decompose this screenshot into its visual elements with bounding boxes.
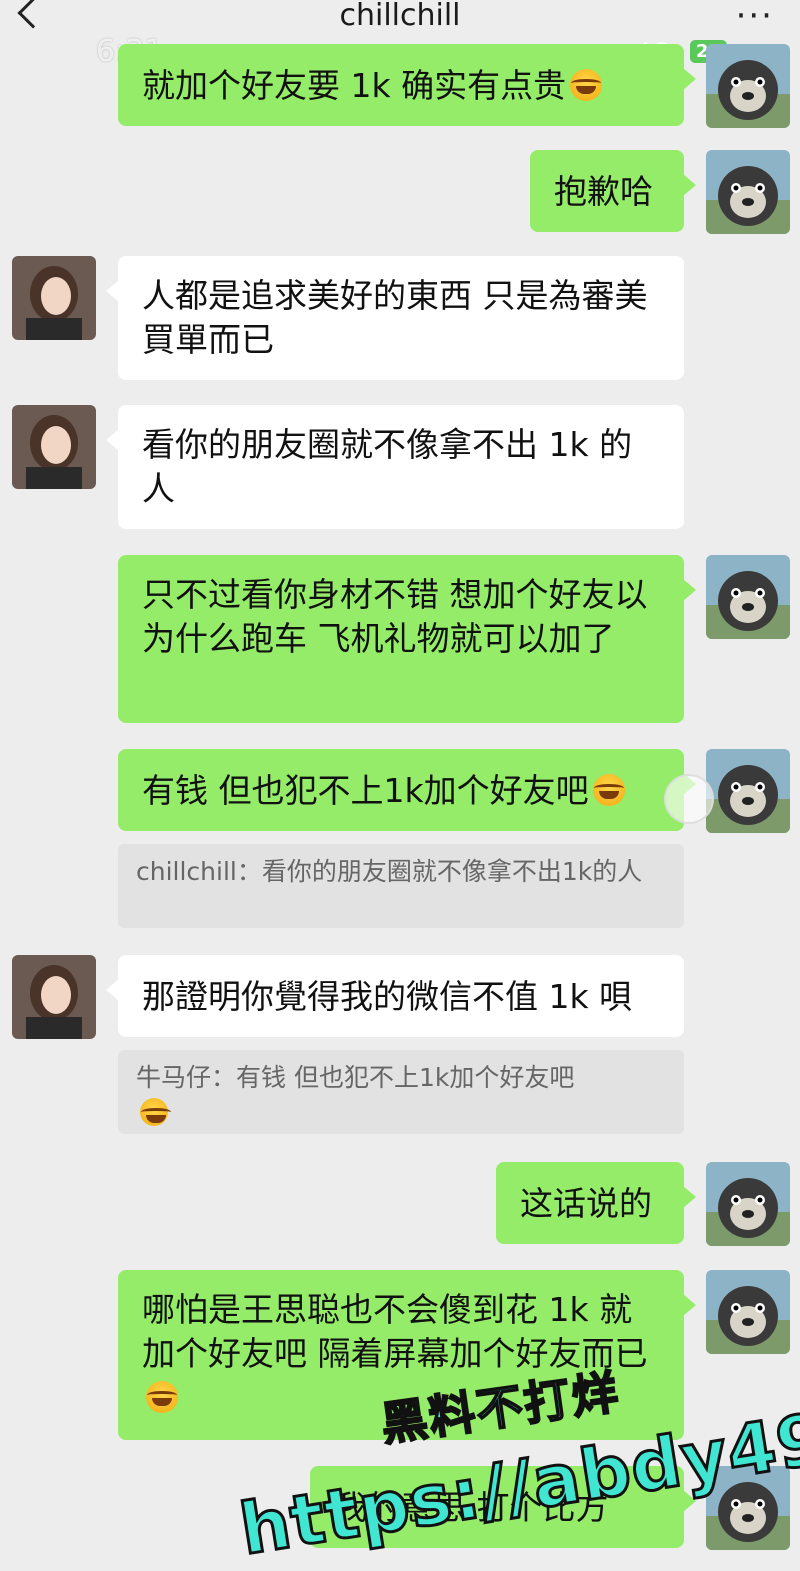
message-bubble-received[interactable]: 看你的朋友圈就不像拿不出 1k 的人	[106, 405, 684, 529]
message-text: 看你的朋友圈就不像拿不出 1k 的人	[142, 425, 633, 508]
message-text: 人都是追求美好的東西 只是為審美買單而已	[142, 276, 648, 359]
message-bubble-sent[interactable]: 只不过看你身材不错 想加个好友以为什么跑车 飞机礼物就可以加了	[118, 555, 696, 723]
contact-avatar[interactable]	[12, 256, 96, 340]
message-text: 这话说的	[520, 1184, 652, 1223]
touch-indicator	[664, 774, 714, 824]
my-avatar[interactable]	[706, 555, 790, 639]
laughing-emoji-icon	[570, 69, 603, 101]
message-text: 只不过看你身材不错 想加个好友以为什么跑车 飞机礼物就可以加了	[142, 575, 648, 658]
message-text: 那證明你覺得我的微信不值 1k 唄	[142, 977, 633, 1016]
my-avatar[interactable]	[706, 749, 790, 833]
my-avatar[interactable]	[706, 1270, 790, 1354]
my-avatar[interactable]	[706, 150, 790, 234]
quoted-message[interactable]: chillchill：看你的朋友圈就不像拿不出1k的人	[118, 844, 684, 928]
quoted-message[interactable]: 牛马仔：有钱 但也犯不上1k加个好友吧	[118, 1050, 684, 1134]
message-text: 有钱 但也犯不上1k加个好友吧	[142, 771, 589, 810]
message-bubble-sent[interactable]: 抱歉哈	[530, 150, 696, 232]
crying-laughing-emoji-icon	[146, 1381, 178, 1413]
crying-laughing-emoji-icon	[140, 1098, 171, 1126]
my-avatar[interactable]	[706, 1162, 790, 1246]
my-avatar[interactable]	[706, 44, 790, 128]
message-bubble-sent[interactable]: 有钱 但也犯不上1k加个好友吧	[118, 749, 696, 831]
quoted-text: chillchill：看你的朋友圈就不像拿不出1k的人	[136, 857, 643, 886]
message-text: 就加个好友要 1k 确实有点贵	[142, 66, 567, 105]
more-options-icon[interactable]: ···	[736, 0, 774, 36]
contact-avatar[interactable]	[12, 405, 96, 489]
message-bubble-received[interactable]: 人都是追求美好的東西 只是為審美買單而已	[106, 256, 684, 380]
message-bubble-sent[interactable]: 这话说的	[496, 1162, 696, 1244]
contact-avatar[interactable]	[12, 955, 96, 1039]
message-bubble-sent[interactable]: 就加个好友要 1k 确实有点贵	[118, 44, 696, 126]
crying-laughing-emoji-icon	[592, 774, 625, 806]
quoted-text: 牛马仔：有钱 但也犯不上1k加个好友吧	[136, 1063, 575, 1092]
chat-title: chillchill	[339, 0, 461, 33]
message-bubble-received[interactable]: 那證明你覺得我的微信不值 1k 唄	[106, 955, 684, 1037]
message-text: 抱歉哈	[554, 172, 653, 211]
